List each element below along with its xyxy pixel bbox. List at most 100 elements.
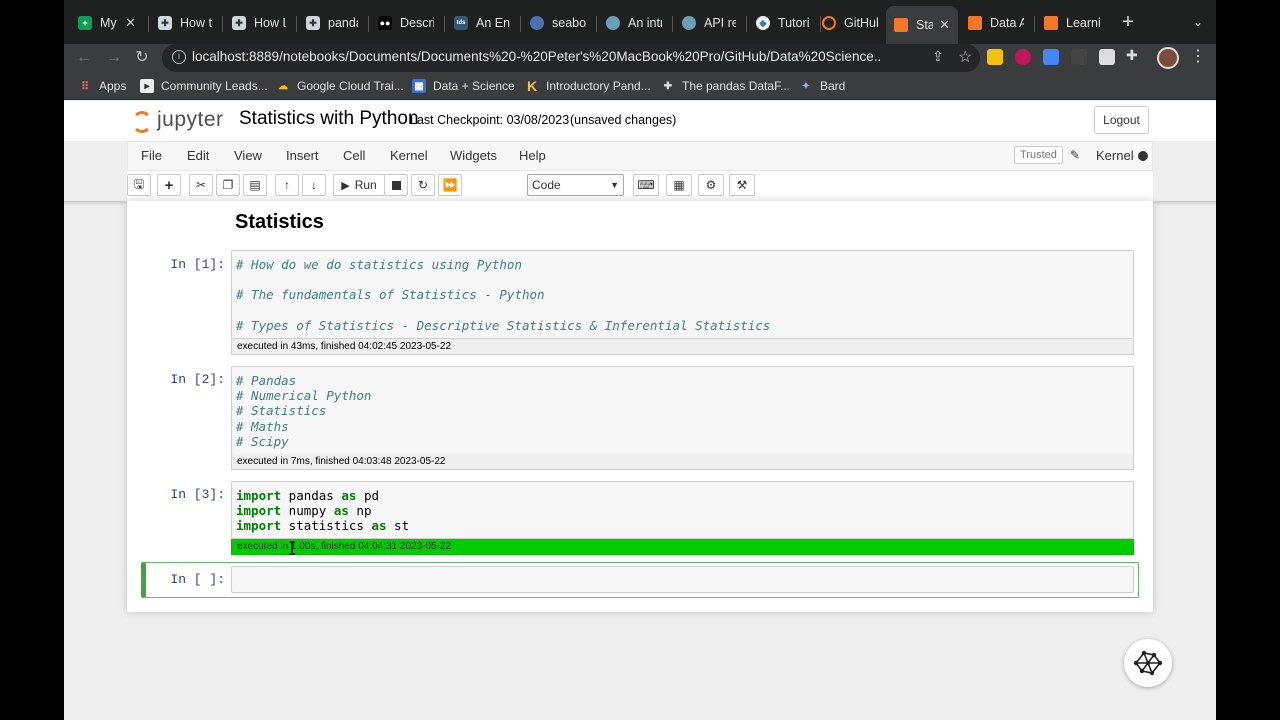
menu-view[interactable]: View — [234, 148, 262, 163]
cut-button[interactable]: ✂ — [189, 174, 213, 196]
tds-icon: tds — [454, 16, 468, 30]
globe-icon — [682, 16, 696, 30]
close-icon[interactable]: ✕ — [125, 15, 136, 31]
close-icon[interactable]: ✕ — [939, 17, 950, 33]
puzzle-icon: ✚ — [306, 16, 320, 30]
copy-button[interactable]: ❐ — [216, 174, 240, 196]
menu-widgets[interactable]: Widgets — [450, 148, 497, 163]
paste-icon: ▤ — [249, 178, 261, 192]
seaborn-icon — [530, 16, 544, 30]
run-button[interactable]: ▶ Run — [333, 174, 385, 196]
browser-tab[interactable]: ✚ How Lo — [224, 8, 294, 38]
profile-avatar[interactable] — [1157, 47, 1179, 69]
bookmark-star-icon[interactable]: ☆ — [958, 47, 972, 67]
browser-tab[interactable]: GitHub — [814, 8, 886, 38]
bookmark-apps[interactable]: ⠿ Apps — [78, 77, 126, 95]
browser-tab[interactable]: tds An End — [446, 8, 518, 38]
hammer-button[interactable]: ⚒ — [729, 174, 755, 196]
extension-record-icon[interactable] — [1015, 49, 1031, 65]
move-up-button[interactable]: ↑ — [275, 174, 299, 196]
url-text[interactable]: localhost:8889/notebooks/Documents/Docum… — [192, 49, 882, 64]
settings-button[interactable]: ⚙ — [698, 174, 724, 196]
back-arrow-icon[interactable]: ← — [72, 46, 96, 70]
insert-cell-button[interactable]: + — [157, 174, 181, 196]
browser-tab[interactable]: ●● Descrip — [370, 8, 442, 38]
browser-tab[interactable]: ✚ pandas — [298, 8, 366, 38]
bookmark-item[interactable]: ▦ Data + Science — [412, 77, 515, 95]
cell-prompt: In [ ]: — [170, 572, 225, 587]
browser-tab[interactable]: Data Ar — [960, 8, 1032, 38]
bookmark-label: Introductory Pand... — [546, 79, 651, 93]
markdown-heading[interactable]: Statistics — [235, 211, 324, 234]
puzzle-icon: ✚ — [158, 16, 172, 30]
bookmark-item[interactable]: ☁ Google Cloud Trai... — [276, 77, 404, 95]
trusted-badge[interactable]: Trusted — [1014, 146, 1063, 164]
menu-cell[interactable]: Cell — [343, 148, 365, 163]
extension-sticky-icon[interactable] — [987, 49, 1003, 65]
reload-icon[interactable]: ↻ — [130, 46, 154, 70]
command-palette-button[interactable]: ⌨ — [633, 174, 659, 196]
menu-help[interactable]: Help — [519, 148, 546, 163]
code-cell-input[interactable]: import pandas as pd import numpy as np i… — [231, 481, 1134, 539]
browser-tab-active[interactable]: Stat ✕ — [886, 6, 958, 44]
cell-type-select[interactable]: Code ▼ — [527, 174, 624, 196]
bookmark-label: Apps — [99, 79, 127, 93]
browser-tab[interactable]: Learnin — [1036, 8, 1108, 38]
code-cell-input[interactable]: # Pandas # Numerical Python # Statistics… — [231, 366, 1134, 455]
browser-tab[interactable]: + My ✕ — [70, 8, 144, 38]
calendar-button[interactable]: ▦ — [666, 174, 692, 196]
tab-label: My — [100, 16, 117, 30]
info-icon[interactable]: i — [172, 50, 186, 64]
save-button[interactable]: 🖫 — [127, 174, 151, 196]
bookmark-item[interactable]: ✚ The pandas DataF... — [661, 77, 790, 95]
notebook-name[interactable]: Statistics with Python — [239, 108, 419, 130]
restart-run-all-button[interactable]: ⏩ — [438, 174, 462, 196]
move-down-button[interactable]: ↓ — [302, 174, 326, 196]
menu-kernel[interactable]: Kernel — [390, 148, 428, 163]
save-icon: 🖫 — [133, 176, 145, 191]
jupyter-icon — [822, 16, 836, 30]
menu-file[interactable]: File — [141, 148, 162, 163]
address-bar[interactable]: i localhost:8889/notebooks/Documents/Doc… — [162, 44, 980, 72]
bookmark-label: Google Cloud Trai... — [297, 79, 404, 93]
interrupt-button[interactable] — [384, 174, 408, 196]
extension-doc-icon[interactable] — [1099, 49, 1115, 65]
tab-search-chevron-icon[interactable]: ⌄ — [1186, 10, 1210, 34]
browser-tab[interactable]: ✚ How to — [150, 8, 220, 38]
google-translate-icon[interactable] — [1043, 49, 1059, 65]
code-cell-input[interactable]: # How do we do statistics using Python #… — [231, 250, 1134, 339]
notebook-container[interactable]: Statistics In [1]: # How do we do statis… — [64, 201, 1216, 720]
bookmarks-bar: ⠿ Apps ▸ Community Leads... ☁ Google Clo… — [64, 72, 1216, 100]
empty-code-cell-input[interactable] — [231, 566, 1134, 593]
jupyter-logo[interactable]: jupyter — [130, 107, 230, 135]
extensions-puzzle-icon[interactable]: ✚ — [1126, 47, 1142, 63]
google-cloud-icon: ☁ — [278, 80, 288, 92]
browser-tab[interactable]: API refe — [674, 8, 744, 38]
new-tab-button[interactable]: + — [1116, 10, 1140, 34]
puzzle-icon: ✚ — [232, 16, 246, 30]
play-icon: ▶ — [341, 179, 350, 192]
code-line: import pandas as pd — [236, 488, 380, 503]
copy-icon: ❐ — [222, 178, 234, 192]
extension-grid-icon[interactable] — [1071, 49, 1087, 65]
bookmark-item[interactable]: ✦ Bard — [799, 77, 846, 95]
tab-label: Tutorial — [778, 16, 810, 30]
menu-edit[interactable]: Edit — [187, 148, 209, 163]
cell-prompt: In [2]: — [170, 372, 225, 387]
restart-button[interactable]: ↻ — [411, 174, 435, 196]
paste-button[interactable]: ▤ — [243, 174, 267, 196]
jupyter-logo-icon — [132, 111, 152, 133]
logout-button[interactable]: Logout — [1094, 106, 1149, 134]
bookmark-item[interactable]: ▸ Community Leads... — [140, 77, 268, 95]
apps-grid-icon: ⠿ — [80, 80, 90, 93]
more-menu-icon[interactable]: ⋮ — [1190, 46, 1206, 66]
share-icon[interactable]: ⇪ — [932, 48, 944, 65]
browser-tab[interactable]: An intro — [598, 8, 670, 38]
floating-network-button[interactable] — [1124, 639, 1172, 687]
browser-tab[interactable]: seaborn — [522, 8, 594, 38]
menu-insert[interactable]: Insert — [286, 148, 319, 163]
bookmark-item[interactable]: K Introductory Pand... — [525, 77, 651, 95]
tab-label: pandas — [328, 16, 358, 30]
browser-tab[interactable]: ◆ Tutorial — [748, 8, 818, 38]
forward-arrow-icon[interactable]: → — [102, 46, 126, 70]
